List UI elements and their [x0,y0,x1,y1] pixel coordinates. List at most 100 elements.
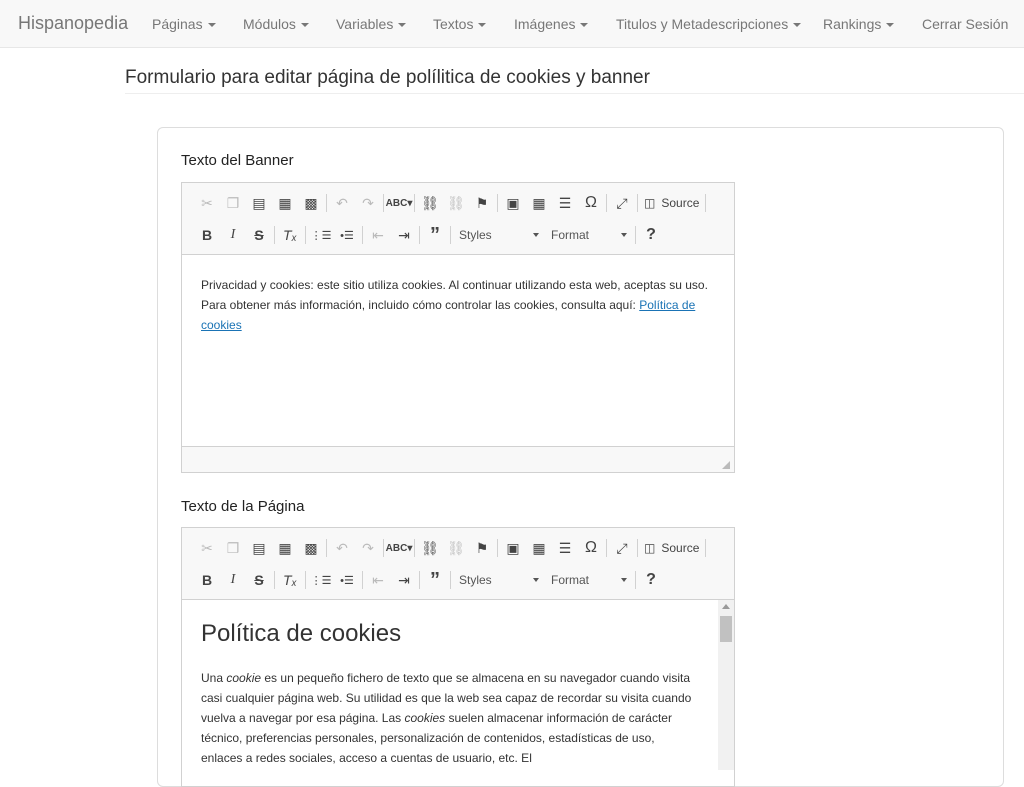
bold-icon[interactable]: B [194,568,220,592]
anchor-icon[interactable]: ⚑ [469,191,495,215]
help-icon[interactable]: ? [638,223,664,247]
outdent-icon[interactable]: ⇤ [365,223,391,247]
paste-word-icon[interactable]: ▩ [298,536,324,560]
nav-modulos-dropdown[interactable]: Módulos [243,16,309,32]
nav-imagenes-dropdown[interactable]: Imágenes [514,16,589,32]
resize-handle-icon[interactable] [722,461,730,469]
nav-variables-dropdown[interactable]: Variables [336,16,407,32]
copy-icon[interactable]: ❐ [220,536,246,560]
caret-down-icon [793,23,802,28]
page-editor-content[interactable]: Política de cookies Una cookie es un peq… [182,600,734,770]
paragraph-emphasis: cookies [404,711,446,725]
paste-text-icon[interactable]: ▦ [272,191,298,215]
toolbar-separator [362,571,363,589]
indent-icon[interactable]: ⇥ [391,568,417,592]
toolbar-separator [305,226,306,244]
toolbar-separator [450,226,451,244]
format-label: Format [551,228,590,242]
logout-link[interactable]: Cerrar Sesión [922,16,1008,32]
indent-icon[interactable]: ⇥ [391,223,417,247]
banner-line-1: Privacidad y cookies: este sitio utiliza… [201,278,708,292]
nav-rankings-dropdown[interactable]: Rankings [823,16,895,32]
paste-text-icon[interactable]: ▦ [272,536,298,560]
format-dropdown[interactable]: Format [545,223,633,247]
toolbar-separator [383,194,384,212]
page-title: Formulario para editar página de polílit… [125,67,650,88]
nav-label: Titulos y Metadescripciones [616,16,789,32]
strike-icon[interactable]: S [246,568,272,592]
spellcheck-icon[interactable]: ABC▾ [386,191,413,215]
numbered-list-icon[interactable]: ⋮☰ [308,568,334,592]
toolbar-separator [705,539,707,557]
maximize-icon[interactable]: ⤢ [609,536,635,560]
spellcheck-icon[interactable]: ABC▾ [386,536,413,560]
image-icon[interactable]: ▣ [500,191,526,215]
nav-paginas-dropdown[interactable]: Páginas [152,16,216,32]
toolbar-separator [362,226,363,244]
banner-editor-content[interactable]: Privacidad y cookies: este sitio utiliza… [182,255,734,446]
remove-format-icon[interactable]: Tₓ [277,568,303,592]
numbered-list-icon[interactable]: ⋮☰ [308,223,334,247]
bold-icon[interactable]: B [194,223,220,247]
paste-icon[interactable]: ▤ [246,536,272,560]
source-button[interactable]: ◫ Source [640,191,703,215]
paste-word-icon[interactable]: ▩ [298,191,324,215]
toolbar-separator [274,571,275,589]
page-rich-text-editor: ✂ ❐ ▤ ▦ ▩ ↶ ↷ ABC▾ ⛓ ⛓ ⚑ ▣ ▦ ☰ Ω ⤢ ◫ Sour… [181,527,735,787]
redo-icon[interactable]: ↷ [355,191,381,215]
source-button[interactable]: ◫ Source [640,536,703,560]
cut-icon[interactable]: ✂ [194,191,220,215]
strike-icon[interactable]: S [246,223,272,247]
styles-dropdown[interactable]: Styles [453,223,545,247]
maximize-icon[interactable]: ⤢ [609,191,635,215]
table-icon[interactable]: ▦ [526,536,552,560]
unlink-icon[interactable]: ⛓ [443,191,469,215]
toolbar-separator [305,571,306,589]
paste-icon[interactable]: ▤ [246,191,272,215]
bulleted-list-icon[interactable]: •☰ [334,568,360,592]
source-icon: ◫ [644,196,656,210]
blockquote-icon[interactable]: ” [422,568,448,592]
special-char-icon[interactable]: Ω [578,536,604,560]
blockquote-icon[interactable]: ” [422,223,448,247]
bulleted-list-icon[interactable]: •☰ [334,223,360,247]
link-icon[interactable]: ⛓ [417,191,443,215]
title-divider [125,93,1024,94]
toolbar-separator [274,226,275,244]
cut-icon[interactable]: ✂ [194,536,220,560]
paragraph-text: Una [201,671,227,685]
image-icon[interactable]: ▣ [500,536,526,560]
link-icon[interactable]: ⛓ [417,536,443,560]
editor-scrollbar[interactable] [718,600,734,770]
undo-icon[interactable]: ↶ [329,536,355,560]
redo-icon[interactable]: ↷ [355,536,381,560]
cookie-policy-paragraph: Una cookie es un pequeño fichero de text… [201,668,698,768]
format-dropdown[interactable]: Format [545,568,633,592]
unlink-icon[interactable]: ⛓ [443,536,469,560]
copy-icon[interactable]: ❐ [220,191,246,215]
styles-label: Styles [459,228,492,242]
toolbar-separator [635,571,636,589]
anchor-icon[interactable]: ⚑ [469,536,495,560]
source-label: Source [661,541,700,555]
remove-format-icon[interactable]: Tₓ [277,223,303,247]
undo-icon[interactable]: ↶ [329,191,355,215]
help-icon[interactable]: ? [638,568,664,592]
page-text-label: Texto de la Página [181,498,305,515]
table-icon[interactable]: ▦ [526,191,552,215]
special-char-icon[interactable]: Ω [578,191,604,215]
scrollbar-thumb[interactable] [720,616,732,642]
italic-icon[interactable]: I [220,223,246,247]
scroll-up-arrow-icon[interactable] [722,604,730,609]
italic-icon[interactable]: I [220,568,246,592]
toolbar-row: ✂ ❐ ▤ ▦ ▩ ↶ ↷ ABC▾ ⛓ ⛓ ⚑ ▣ ▦ ☰ Ω ⤢ ◫ Sour… [194,536,708,560]
caret-down-icon [533,233,539,237]
styles-dropdown[interactable]: Styles [453,568,545,592]
outdent-icon[interactable]: ⇤ [365,568,391,592]
nav-textos-dropdown[interactable]: Textos [433,16,487,32]
nav-titulos-dropdown[interactable]: Titulos y Metadescripciones [616,16,802,32]
horizontal-rule-icon[interactable]: ☰ [552,191,578,215]
horizontal-rule-icon[interactable]: ☰ [552,536,578,560]
brand-logo-text[interactable]: Hispanopedia [18,13,128,34]
caret-down-icon [207,23,216,28]
